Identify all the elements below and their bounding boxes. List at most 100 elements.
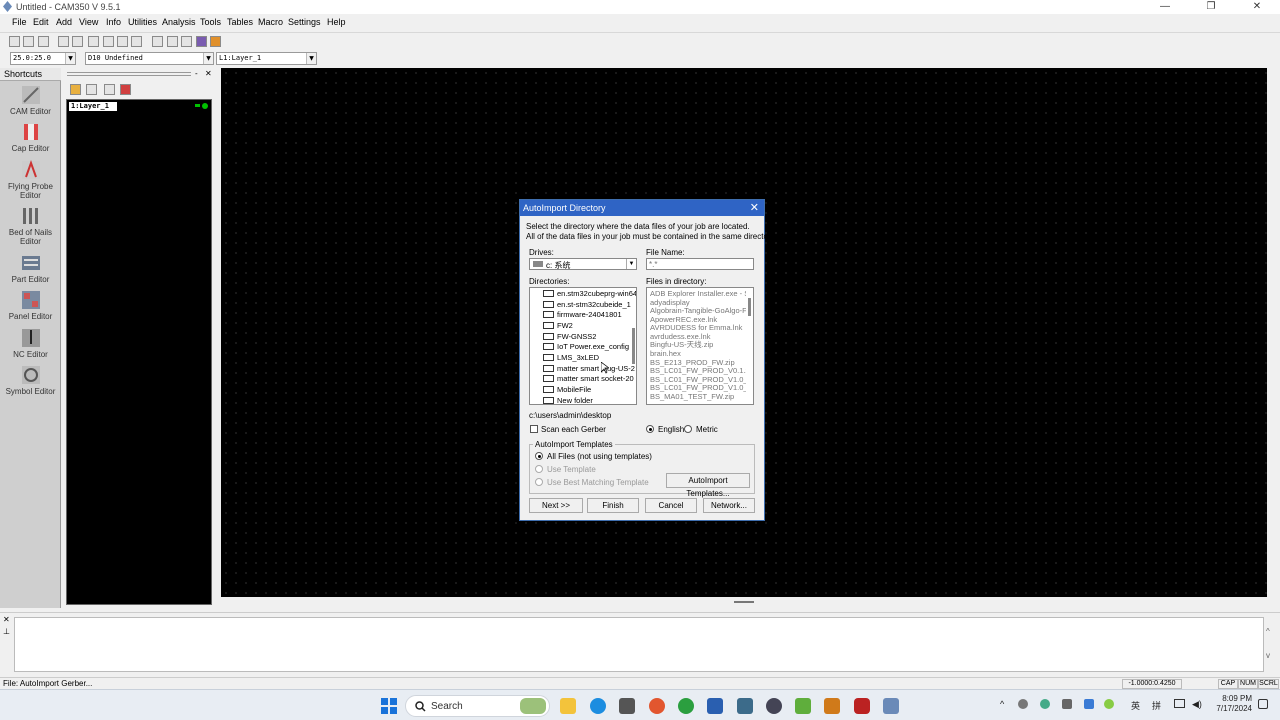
edge-icon[interactable]	[590, 698, 606, 714]
tray-app-icon[interactable]	[1084, 699, 1094, 709]
file-item[interactable]: Algobrain-Tangible-GoAlgo-Fir	[650, 306, 746, 315]
tray-app-icon[interactable]	[1062, 699, 1072, 709]
menu-tables[interactable]: Tables	[227, 17, 253, 27]
chrome-icon[interactable]	[678, 698, 694, 714]
recorder-icon[interactable]	[854, 698, 870, 714]
layer-add-icon[interactable]	[86, 84, 97, 95]
dcode-combo[interactable]: D10 Undefined ▼	[85, 52, 214, 65]
splitter-grip[interactable]	[734, 601, 754, 603]
cam350-taskbar-icon[interactable]	[883, 698, 899, 714]
file-item[interactable]: brain.hex	[650, 349, 746, 358]
tray-app-icon[interactable]	[1040, 699, 1050, 709]
zoom-out-icon[interactable]	[131, 36, 142, 47]
menu-info[interactable]: Info	[106, 17, 121, 27]
layer-active-indicator[interactable]	[202, 103, 208, 109]
new-icon[interactable]	[9, 36, 20, 47]
metric-radio[interactable]	[684, 425, 692, 433]
english-radio[interactable]	[646, 425, 654, 433]
output-pin-icon[interactable]: ⊥	[3, 627, 10, 636]
clover-icon[interactable]	[795, 698, 811, 714]
volume-icon[interactable]: ◀)	[1192, 699, 1202, 710]
shortcut-nc-editor[interactable]: NC Editor	[0, 328, 61, 359]
scan-each-gerber-checkbox[interactable]	[530, 425, 538, 433]
shortcut-symbol-editor[interactable]: Symbol Editor	[0, 365, 61, 396]
directory-item[interactable]: FW2	[543, 321, 573, 332]
shortcut-flying-probe-editor[interactable]: Flying Probe Editor	[0, 160, 61, 200]
file-item[interactable]: ADB Explorer Installer.exe - Sh	[650, 289, 746, 298]
menu-analysis[interactable]: Analysis	[162, 17, 196, 27]
file-name-input[interactable]: *.*	[646, 258, 754, 270]
file-item[interactable]: BS_LC01_FW_PROD_V1.0_	[650, 383, 746, 392]
close-button[interactable]: ✕	[1234, 0, 1280, 14]
files-scrollbar[interactable]	[748, 298, 751, 316]
zoom-window-icon[interactable]	[103, 36, 114, 47]
file-item[interactable]: BS_LC01_FW_PROD_V0.1.z	[650, 366, 746, 375]
ime-lang[interactable]: 英	[1131, 699, 1140, 712]
minimize-button[interactable]: —	[1142, 0, 1188, 14]
clock[interactable]: 8:09 PM 7/17/2024	[1210, 694, 1252, 714]
canvas-splitter[interactable]	[221, 597, 1280, 608]
menu-file[interactable]: File	[12, 17, 27, 27]
best-match-radio[interactable]	[535, 478, 543, 486]
file-item[interactable]: Bingfu-US-天线.zip	[650, 340, 746, 349]
zoom-in-icon[interactable]	[117, 36, 128, 47]
output-close-icon[interactable]: ✕	[3, 615, 10, 624]
files-list[interactable]: ADB Explorer Installer.exe - Sh adyadisp…	[646, 287, 754, 405]
layer-table-icon[interactable]	[152, 36, 163, 47]
open-icon[interactable]	[23, 36, 34, 47]
taskbar-search[interactable]: Search	[405, 695, 550, 717]
store-icon[interactable]	[619, 698, 635, 714]
layer-item[interactable]: 1:Layer_1	[69, 102, 117, 111]
menu-macro[interactable]: Macro	[258, 17, 283, 27]
shortcut-bed-of-nails-editor[interactable]: Bed of Nails Editor	[0, 206, 61, 246]
save-icon[interactable]	[38, 36, 49, 47]
file-item[interactable]: BS_MA01_TEST_FW.zip	[650, 392, 746, 401]
shortcut-part-editor[interactable]: Part Editor	[0, 253, 61, 284]
canvas-vertical-scrollbar[interactable]	[1267, 68, 1280, 597]
file-explorer-icon[interactable]	[560, 698, 576, 714]
notes-icon[interactable]	[707, 698, 723, 714]
layer-delete-icon[interactable]	[120, 84, 131, 95]
panel-pin-icon[interactable]: -	[195, 69, 198, 78]
github-icon[interactable]	[766, 698, 782, 714]
dialog-close-icon[interactable]: ✕	[750, 201, 759, 214]
firefox-icon[interactable]	[649, 698, 665, 714]
notification-icon[interactable]	[1258, 699, 1268, 709]
next-button[interactable]: Next >>	[529, 498, 583, 513]
directory-item[interactable]: IoT Power.exe_config	[543, 342, 629, 353]
undo-icon[interactable]	[58, 36, 69, 47]
directory-item[interactable]: MobileFile	[543, 385, 591, 396]
directory-item[interactable]: LMS_3xLED	[543, 353, 599, 364]
directories-list[interactable]: en.stm32cubeprg-win64 en.st-stm32cubeide…	[529, 287, 637, 405]
panel-grip[interactable]	[67, 72, 191, 76]
output-text-area[interactable]	[14, 617, 1264, 672]
layer-copy-icon[interactable]	[104, 84, 115, 95]
menu-view[interactable]: View	[79, 17, 98, 27]
file-item[interactable]: AVRDUDESS for Emma.lnk	[650, 323, 746, 332]
search-tool-icon[interactable]	[824, 698, 840, 714]
start-icon[interactable]	[381, 698, 397, 714]
menu-utilities[interactable]: Utilities	[128, 17, 157, 27]
color-icon[interactable]	[196, 36, 207, 47]
drives-select[interactable]: c: 系统 ▼	[529, 258, 637, 270]
grid-icon[interactable]	[167, 36, 178, 47]
menu-add[interactable]: Add	[56, 17, 72, 27]
directory-item[interactable]: New folder	[543, 396, 593, 404]
menu-settings[interactable]: Settings	[288, 17, 321, 27]
all-files-radio[interactable]	[535, 452, 543, 460]
maximize-button[interactable]: ❐	[1188, 0, 1234, 14]
tray-app-icon[interactable]	[1104, 699, 1114, 709]
cancel-button[interactable]: Cancel	[645, 498, 697, 513]
ime-mode[interactable]: 拼	[1152, 699, 1161, 712]
use-template-radio[interactable]	[535, 465, 543, 473]
shortcut-cam-editor[interactable]: CAM Editor	[0, 85, 61, 116]
output-scroll-up-icon[interactable]: ^	[1266, 627, 1270, 636]
directory-item[interactable]: firmware-24041801	[543, 310, 622, 321]
autoimport-templates-button[interactable]: AutoImport Templates...	[666, 473, 750, 498]
dialog-title-bar[interactable]: AutoImport Directory ✕	[520, 200, 764, 216]
network-button[interactable]: Network...	[703, 498, 755, 513]
grid-combo[interactable]: 25.0:25.0 ▼	[10, 52, 76, 65]
directories-scrollbar[interactable]	[632, 328, 635, 364]
shortcut-panel-editor[interactable]: Panel Editor	[0, 290, 61, 321]
dot-grid-icon[interactable]	[181, 36, 192, 47]
